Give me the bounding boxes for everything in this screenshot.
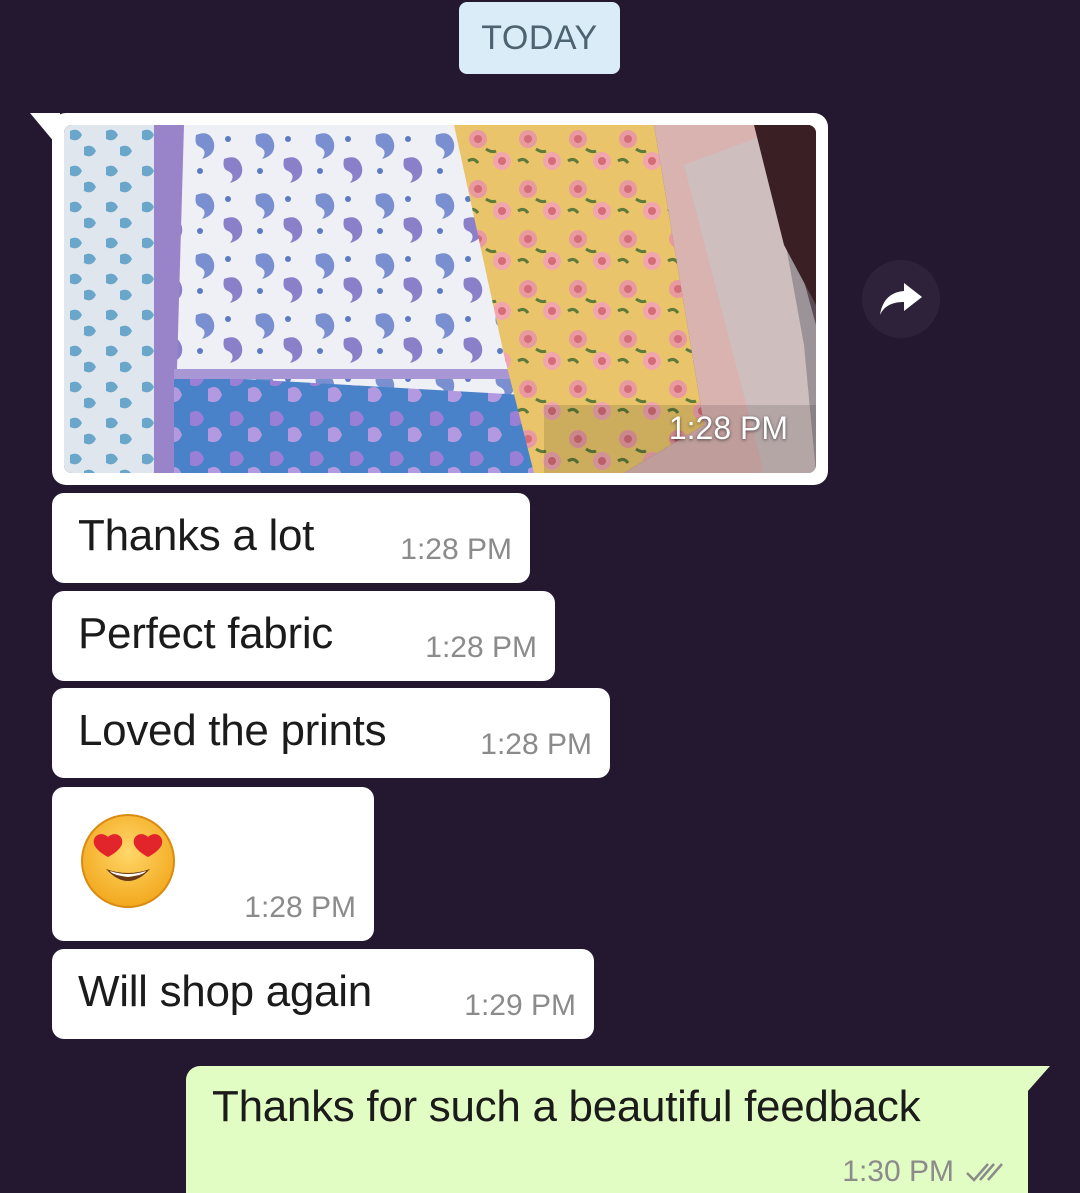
message-timestamp: 1:28 PM	[400, 533, 512, 566]
forward-icon	[880, 283, 922, 315]
message-meta: 1:30 PM	[842, 1155, 1006, 1189]
message-text: Thanks a lot	[78, 511, 315, 560]
message-text: Loved the prints	[78, 706, 387, 755]
double-check-icon	[966, 1163, 1003, 1182]
message-bubble[interactable]: Thanks a lot 1:28 PM	[52, 493, 530, 583]
message-timestamp: 1:28 PM	[425, 631, 537, 664]
message-text: Perfect fabric	[78, 609, 334, 658]
message-timestamp: 1:29 PM	[464, 989, 576, 1022]
message-timestamp: 1:28 PM	[480, 728, 592, 761]
message-timestamp: 1:28 PM	[244, 891, 356, 924]
emoji-message-bubble[interactable]: 1:28 PM	[52, 787, 374, 941]
message-timestamp: 1:30 PM	[842, 1155, 954, 1188]
image-message-bubble[interactable]: 1:28 PM	[52, 113, 828, 485]
message-bubble[interactable]: Loved the prints 1:28 PM	[52, 688, 610, 778]
message-text: Will shop again	[78, 967, 372, 1016]
message-bubble[interactable]: Perfect fabric 1:28 PM	[52, 591, 555, 681]
outgoing-message-bubble[interactable]: Thanks for such a beautiful feedback 1:3…	[186, 1066, 1028, 1193]
date-chip-label: TODAY	[481, 18, 598, 57]
date-chip: TODAY	[459, 2, 620, 74]
heart-eyes-emoji-icon	[81, 814, 175, 908]
image-timestamp: 1:28 PM	[668, 410, 788, 446]
fabric-photo[interactable]: 1:28 PM	[64, 125, 816, 473]
message-text: Thanks for such a beautiful feedback	[212, 1082, 921, 1131]
forward-button[interactable]	[862, 260, 940, 338]
message-bubble[interactable]: Will shop again 1:29 PM	[52, 949, 594, 1039]
